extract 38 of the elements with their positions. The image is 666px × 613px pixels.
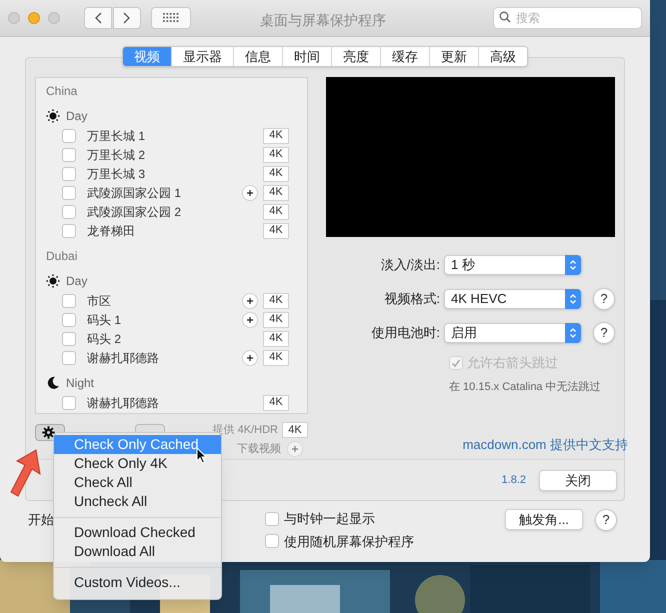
video-title: 码头 1	[87, 312, 122, 328]
video-title: 谢赫扎耶德路	[87, 394, 159, 412]
video-title: 万里长城 2	[87, 146, 146, 164]
resolution-badge: 4K	[263, 292, 289, 308]
option-label: 使用随机屏幕保护程序	[284, 532, 414, 550]
video-title: 码头 2	[87, 330, 122, 348]
skip-note: 在 10.15.x Catalina 中无法跳过	[448, 380, 602, 394]
video-title: 市区	[87, 292, 111, 310]
resolution-badge: 4K	[263, 146, 289, 162]
resolution-badge: 4K	[263, 394, 289, 410]
group-heading: Dubai	[46, 248, 78, 265]
option-label: 与时钟一起显示	[284, 510, 375, 528]
version-label: 1.8.2	[502, 472, 526, 488]
resolution-badge: 4K	[263, 222, 289, 238]
resolution-badge: 4K	[263, 166, 289, 182]
download-label: 下载视频	[237, 442, 281, 456]
setting-label: 视频格式:	[383, 290, 441, 308]
setting-label: 淡入/淡出:	[380, 256, 441, 274]
group-heading: China	[46, 83, 78, 100]
video-title: 武陵源国家公园 1	[87, 184, 182, 202]
video-title: 谢赫扎耶德路	[87, 350, 159, 366]
resolution-badge: 4K	[263, 330, 289, 346]
resolution-badge: 4K	[263, 128, 289, 144]
video-title: 万里长城 1	[87, 128, 146, 144]
window-title: 桌面与屏幕保护程序	[260, 11, 386, 30]
video-title: 万里长城 3	[87, 166, 146, 182]
resolution-badge: 4K	[263, 312, 289, 328]
section-heading: Night	[66, 375, 94, 392]
video-title: 武陵源国家公园 2	[87, 204, 182, 220]
resolution-badge: 4K	[263, 184, 289, 200]
video-title: 龙脊梯田	[87, 222, 135, 240]
resolution-badge: 4K	[263, 350, 289, 366]
start-label: 开始	[28, 511, 54, 529]
resolution-badge: 4K	[282, 422, 308, 438]
section-heading: Day	[66, 273, 88, 290]
resolution-badge: 4K	[263, 204, 289, 220]
setting-label: 使用电池时:	[370, 324, 441, 342]
section-heading: Day	[66, 108, 88, 125]
